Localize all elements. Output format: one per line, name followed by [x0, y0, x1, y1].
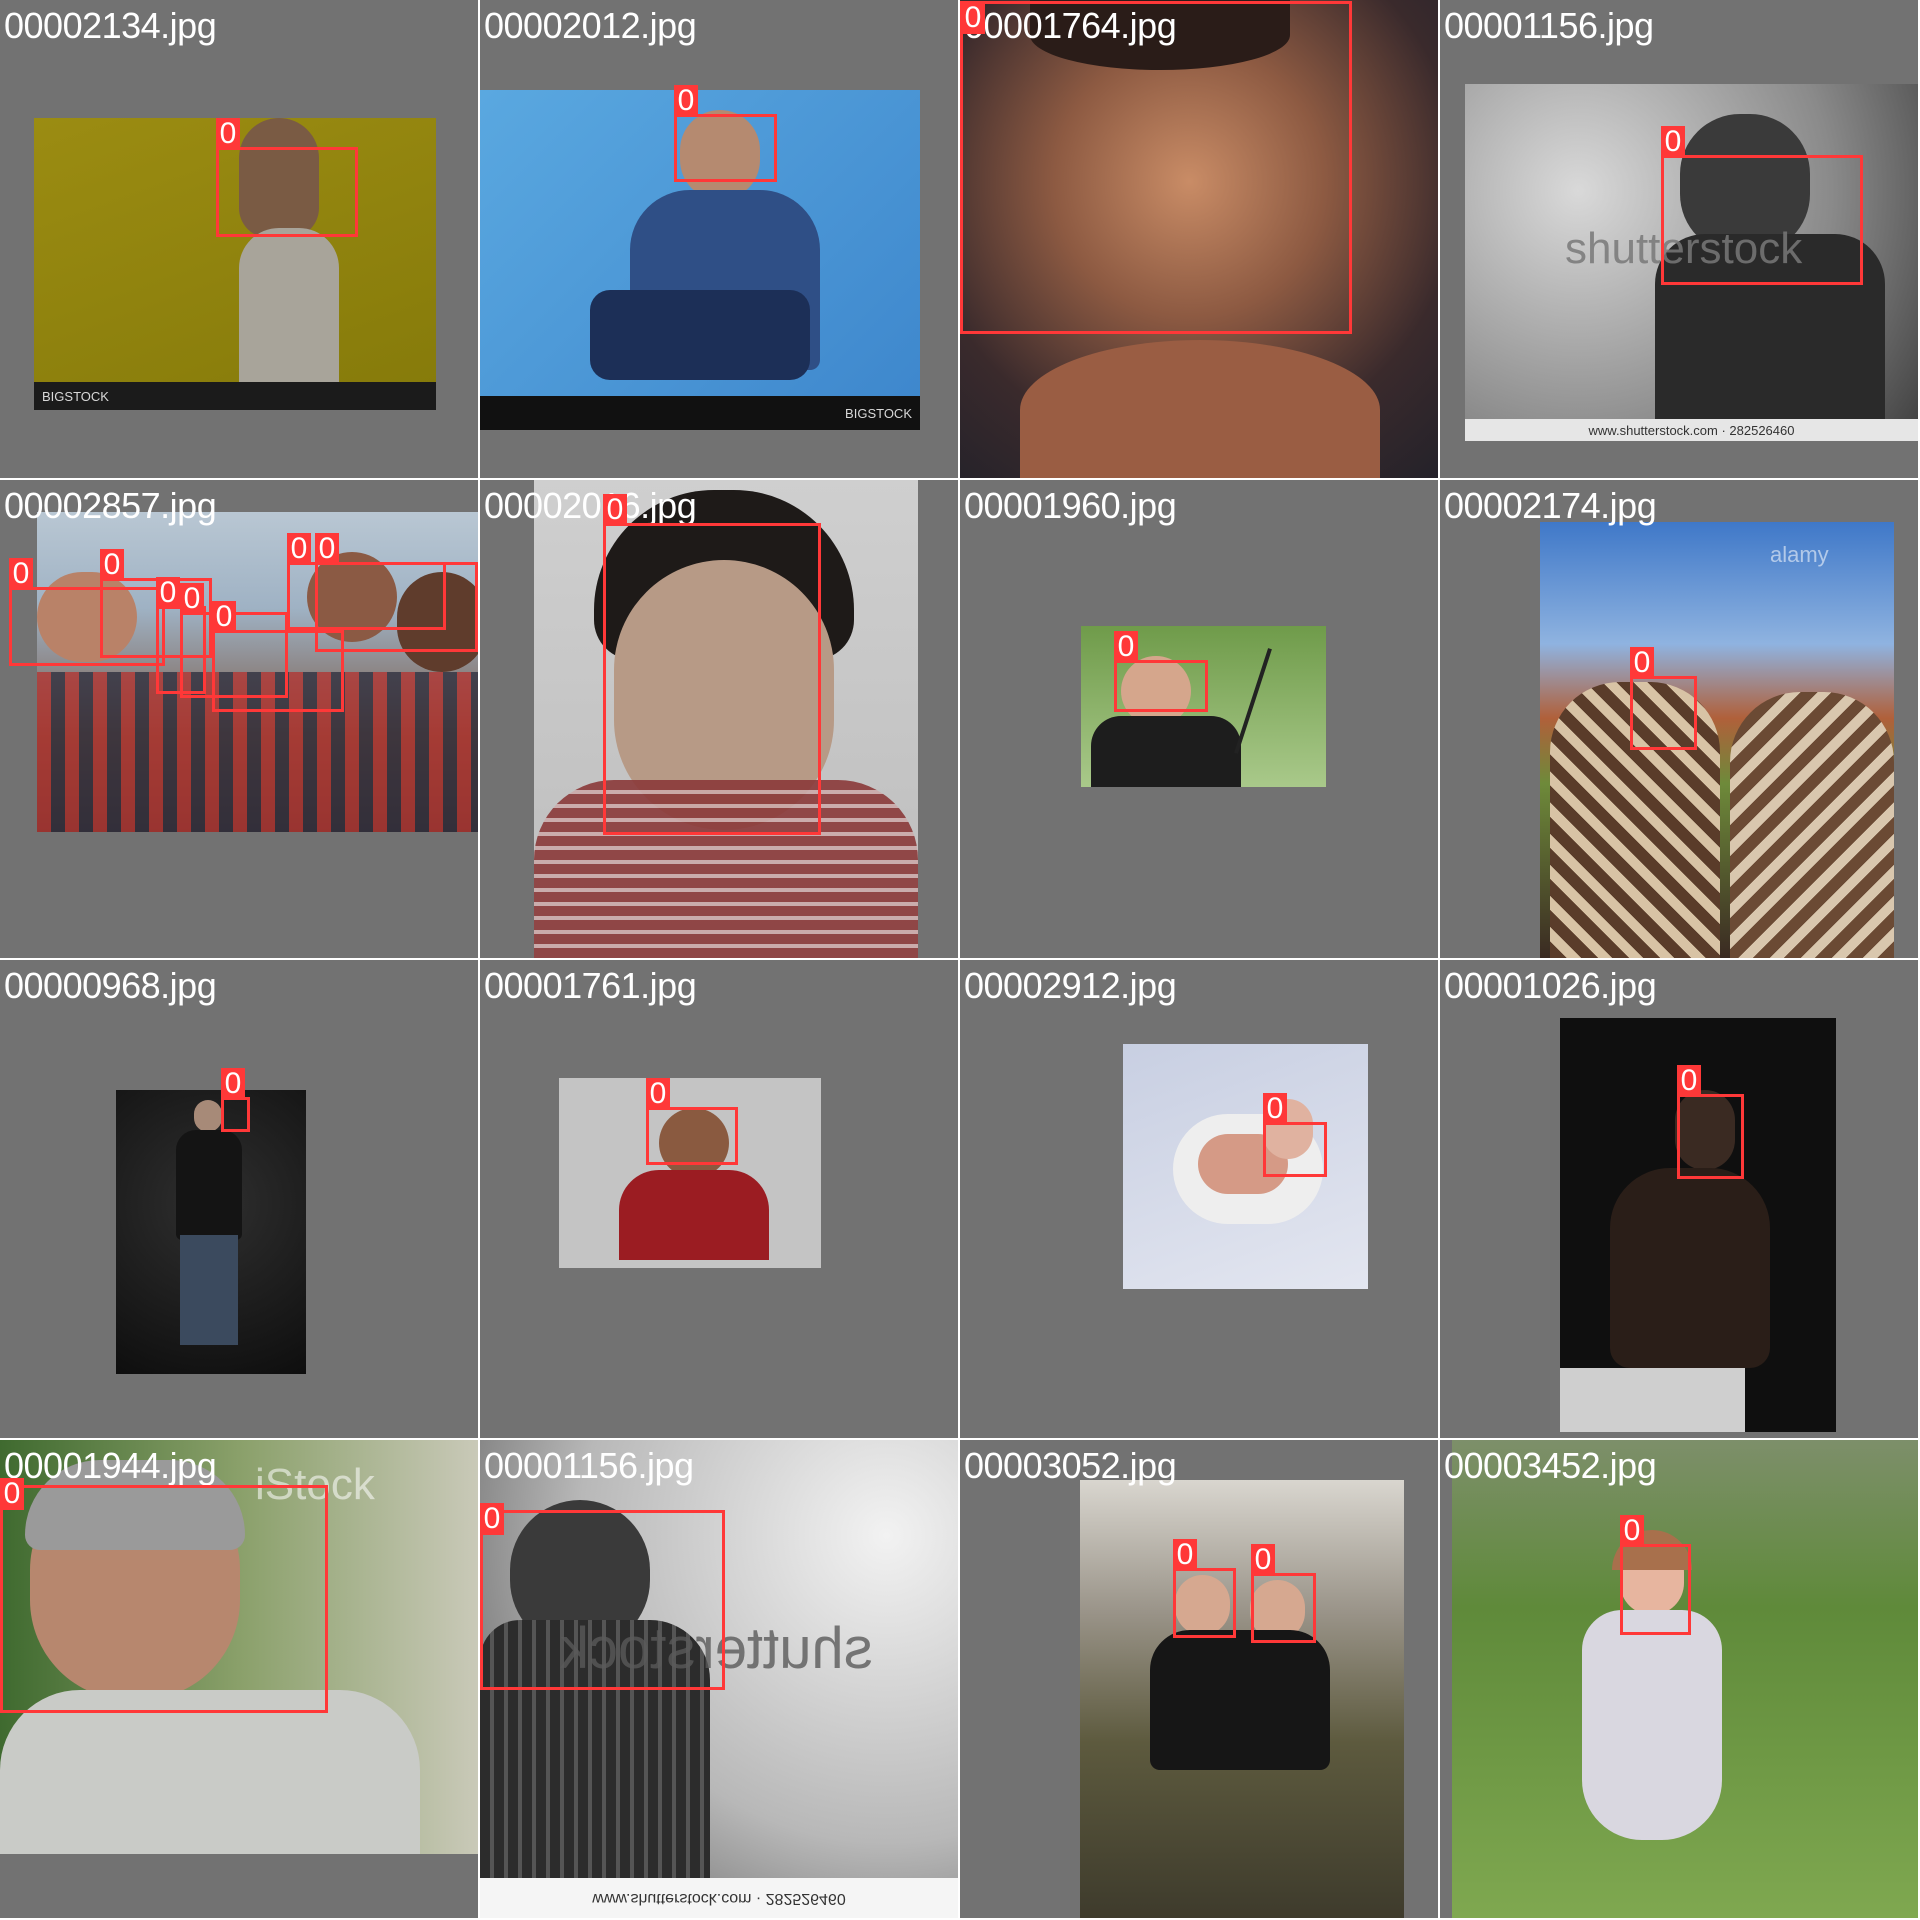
detection-box: 0 — [315, 533, 478, 652]
class-label: 0 — [0, 1478, 24, 1510]
mosaic-tile: 00002857.jpg 0 0 0 0 0 0 0 — [0, 480, 478, 958]
class-label: 0 — [1173, 1539, 1197, 1571]
detection-box: 0 — [0, 1478, 328, 1713]
photo-caption: www.shutterstock.com · 282526460 — [1588, 422, 1795, 438]
class-label: 0 — [212, 601, 236, 633]
tile-filename: 00001026.jpg — [1444, 965, 1657, 1006]
detection-box: 0 — [1620, 1515, 1691, 1635]
detection-box: 0 — [646, 1078, 738, 1165]
mosaic-tile: shutterstock www.shutterstock.com · 2825… — [1440, 0, 1918, 478]
class-label: 0 — [216, 118, 240, 150]
class-label: 0 — [961, 2, 985, 34]
tile-filename: 00002857.jpg — [4, 485, 217, 526]
class-label: 0 — [1661, 126, 1685, 158]
photo-thumbnail — [1123, 1044, 1368, 1289]
tile-filename: 00001944.jpg — [4, 1445, 217, 1486]
detection-box: 0 — [480, 1503, 725, 1690]
watermark-text: BIGSTOCK — [845, 405, 912, 421]
photo-thumbnail: alamy — [1540, 522, 1894, 958]
photo-thumbnail — [1080, 1480, 1404, 1918]
watermark-text: BIGSTOCK — [42, 388, 109, 404]
class-label: 0 — [100, 549, 124, 581]
detection-box: 0 — [1263, 1093, 1327, 1177]
mosaic-tile: 00003452.jpg 0 — [1440, 1440, 1918, 1918]
detection-box: 0 — [1251, 1544, 1316, 1643]
class-label: 0 — [1263, 1093, 1287, 1125]
class-label: 0 — [180, 583, 204, 615]
image-mosaic-grid: BIGSTOCK 00002134.jpg 0 BIGSTOCK 0000201… — [0, 0, 1920, 1920]
mosaic-tile: BIGSTOCK 00002134.jpg 0 — [0, 0, 478, 478]
class-label: 0 — [480, 1503, 504, 1535]
photo-caption: www.shutterstock.com · 282526460 — [592, 1890, 846, 1907]
detection-box: 0 — [960, 1, 1352, 334]
detection-box: 0 — [216, 118, 358, 237]
class-label: 0 — [1630, 647, 1654, 679]
mosaic-tile: 00001761.jpg 0 — [480, 960, 958, 1438]
detection-box: 0 — [1630, 647, 1697, 750]
class-label: 0 — [287, 533, 311, 565]
class-label: 0 — [1620, 1515, 1644, 1547]
class-label: 0 — [1251, 1544, 1275, 1576]
mosaic-tile: 00000968.jpg 0 — [0, 960, 478, 1438]
class-label: 0 — [646, 1078, 670, 1110]
mosaic-tile: shutterstock www.shutterstock.com · 2825… — [480, 1440, 958, 1918]
detection-box: 0 — [674, 85, 777, 182]
tile-filename: 00002174.jpg — [1444, 485, 1657, 526]
mosaic-tile: BIGSTOCK 00002012.jpg 0 — [480, 0, 958, 478]
detection-box: 0 — [1677, 1065, 1744, 1179]
photo-thumbnail — [1452, 1440, 1918, 1918]
mosaic-tile: 00001764.jpg 0 — [960, 0, 1438, 478]
tile-filename: 00002912.jpg — [964, 965, 1177, 1006]
mosaic-tile: iStock 00001944.jpg 0 — [0, 1440, 478, 1918]
tile-filename: 00002134.jpg — [4, 5, 217, 46]
tile-filename: 00001156.jpg — [1444, 5, 1654, 46]
class-label: 0 — [156, 577, 180, 609]
watermark-text: alamy — [1770, 542, 1829, 567]
class-label: 0 — [221, 1068, 245, 1100]
mosaic-tile: 00001026.jpg 0 — [1440, 960, 1918, 1438]
tile-filename: 00000968.jpg — [4, 965, 217, 1006]
tile-filename: 00002012.jpg — [484, 5, 697, 46]
tile-filename: 00002016.jpg — [484, 485, 697, 526]
tile-filename: 00003052.jpg — [964, 1445, 1177, 1486]
class-label: 0 — [1677, 1065, 1701, 1097]
detection-box: 0 — [1173, 1539, 1236, 1638]
mosaic-tile: 00001960.jpg 0 — [960, 480, 1438, 958]
mosaic-tile: alamy 00002174.jpg 0 — [1440, 480, 1918, 958]
tile-filename: 00001761.jpg — [484, 965, 697, 1006]
mosaic-tile: 00002912.jpg 0 — [960, 960, 1438, 1438]
class-label: 0 — [9, 558, 33, 590]
tile-filename: 00001156.jpg — [484, 1445, 694, 1486]
detection-box: 0 — [603, 494, 821, 835]
tile-filename: 00001960.jpg — [964, 485, 1177, 526]
photo-thumbnail — [116, 1090, 306, 1374]
class-label: 0 — [603, 494, 627, 526]
detection-box: 0 — [221, 1068, 250, 1132]
detection-box: 0 — [1114, 631, 1208, 712]
detection-box: 0 — [1661, 126, 1863, 285]
class-label: 0 — [1114, 631, 1138, 663]
class-label: 0 — [315, 533, 339, 565]
mosaic-tile: 00002016.jpg 0 — [480, 480, 958, 958]
class-label: 0 — [674, 85, 698, 117]
mosaic-tile: 00003052.jpg 0 0 — [960, 1440, 1438, 1918]
tile-filename: 00003452.jpg — [1444, 1445, 1657, 1486]
